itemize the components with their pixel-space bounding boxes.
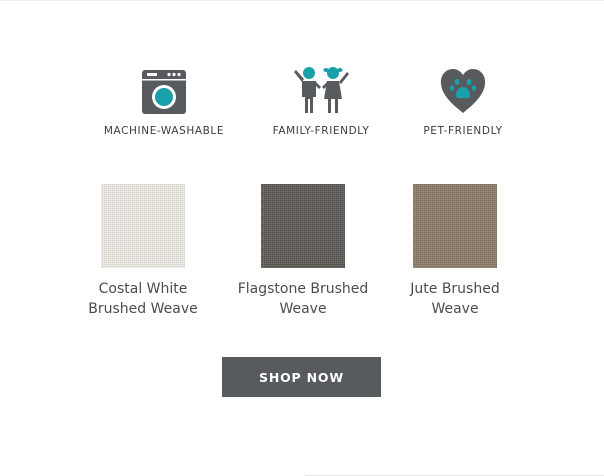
paw-heart-icon xyxy=(440,64,486,114)
swatch-jute[interactable]: Jute Brushed Weave xyxy=(380,184,530,319)
swatch-name: Costal White Brushed Weave xyxy=(88,279,197,319)
shop-now-button[interactable]: SHOP NOW xyxy=(222,357,381,397)
swatch-name-line: Flagstone Brushed xyxy=(237,281,369,297)
feature-label: PET-FRIENDLY xyxy=(423,125,503,137)
top-divider xyxy=(0,0,604,1)
feature-family-friendly: FAMILY-FRIENDLY xyxy=(246,64,396,137)
feature-machine-washable: MACHINE-WASHABLE xyxy=(89,64,239,137)
family-icon xyxy=(293,64,349,114)
feature-label: FAMILY-FRIENDLY xyxy=(272,125,370,137)
fabric-swatch[interactable] xyxy=(261,184,345,268)
swatch-name-line: Costal White xyxy=(98,281,188,297)
swatch-name-line: Jute Brushed xyxy=(410,281,500,297)
swatch-name-line: Weave xyxy=(279,301,327,317)
feature-label: MACHINE-WASHABLE xyxy=(103,125,225,137)
swatch-costal-white[interactable]: Costal White Brushed Weave xyxy=(68,184,218,319)
fabric-swatch[interactable] xyxy=(101,184,185,268)
swatch-name-line: Brushed Weave xyxy=(88,301,198,317)
washing-machine-icon xyxy=(142,64,186,114)
swatch-name: Flagstone Brushed Weave xyxy=(238,279,369,319)
fabric-swatch[interactable] xyxy=(413,184,497,268)
swatch-name: Jute Brushed Weave xyxy=(410,279,499,319)
swatch-flagstone[interactable]: Flagstone Brushed Weave xyxy=(228,184,378,319)
swatch-name-line: Weave xyxy=(431,301,479,317)
feature-pet-friendly: PET-FRIENDLY xyxy=(388,64,538,137)
